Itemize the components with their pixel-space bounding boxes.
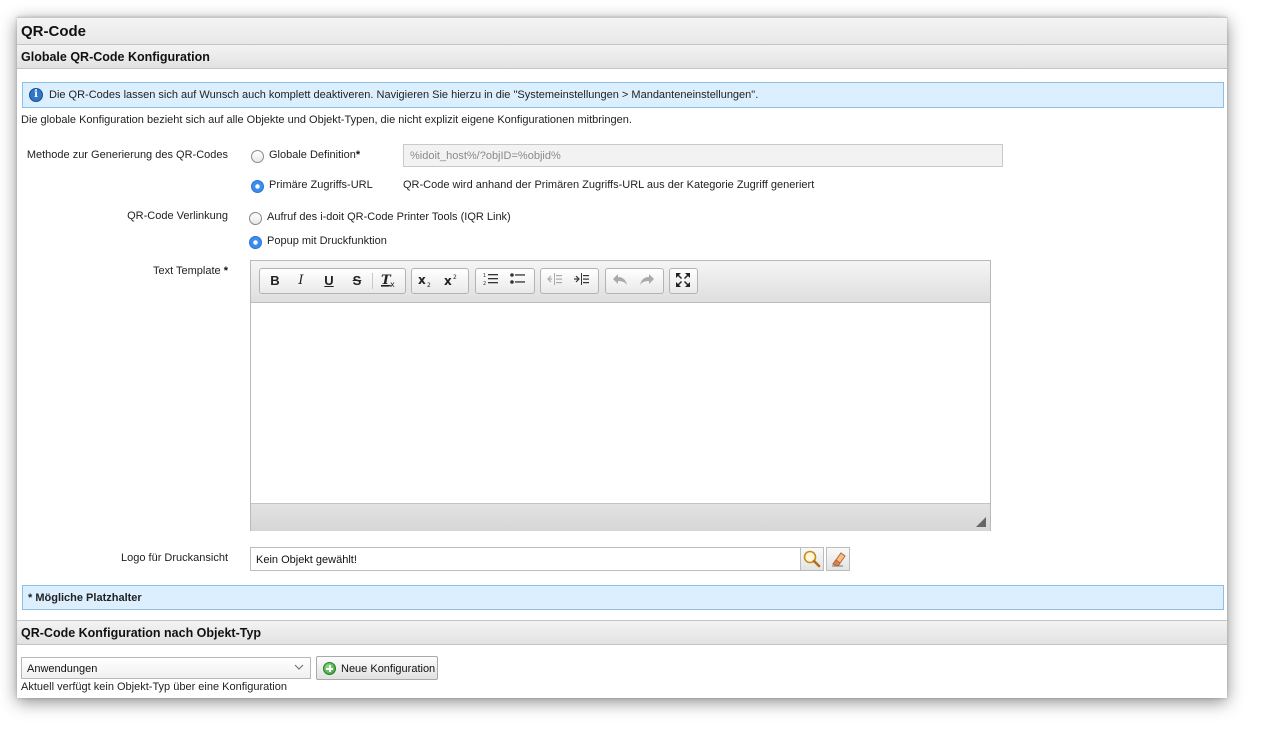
strikethrough-button[interactable]: S [347, 272, 367, 290]
primary-url-hint: QR-Code wird anhand der Primären Zugriff… [403, 179, 815, 191]
remove-format-button[interactable]: Tx [378, 272, 398, 290]
new-configuration-button[interactable]: Neue Konfiguration [316, 656, 438, 680]
svg-text:1: 1 [483, 273, 486, 279]
superscript-icon: x2 [444, 274, 457, 288]
info-icon: i [29, 88, 43, 102]
option-iqr-link-label: Aufruf des i-doit QR-Code Printer Tools … [267, 211, 511, 223]
script-group: x2 x2 [411, 268, 469, 294]
svg-text:x: x [390, 280, 395, 288]
resize-handle-icon[interactable] [976, 517, 986, 527]
global-config-title: Globale QR-Code Konfiguration [21, 50, 210, 64]
per-type-config-header: QR-Code Konfiguration nach Objekt-Typ [17, 620, 1227, 645]
undo-icon [613, 274, 627, 285]
global-definition-input[interactable]: %idoit_host%/?objID=%objid% [403, 144, 1003, 167]
object-type-select[interactable]: Anwendungen [21, 657, 311, 679]
page-title: QR-Code [21, 23, 86, 40]
info-text: Die QR-Codes lassen sich auf Wunsch auch… [49, 89, 759, 101]
indent-icon [574, 273, 589, 285]
placeholders-toggle[interactable]: * Mögliche Platzhalter [22, 585, 1224, 610]
bullet-list-icon [510, 273, 525, 284]
editor-toolbar: B I U S Tx x2 x2 12 [251, 261, 990, 303]
remove-format-icon: Tx [381, 273, 395, 289]
logo-object-value: Kein Objekt gewählt! [256, 554, 357, 566]
radio-iqr-link[interactable] [249, 212, 262, 225]
maximize-button[interactable] [673, 272, 693, 290]
history-group [605, 268, 664, 294]
radio-global-definition[interactable] [251, 150, 264, 163]
outdent-button[interactable] [545, 272, 565, 290]
required-mark: * [223, 265, 228, 277]
underline-button[interactable]: U [319, 272, 339, 290]
bold-button[interactable]: B [265, 272, 285, 290]
outdent-icon [547, 273, 562, 285]
svg-text:2: 2 [427, 282, 431, 288]
global-config-header: Globale QR-Code Konfiguration [17, 44, 1227, 69]
italic-button[interactable]: I [291, 272, 311, 290]
subscript-icon: x2 [418, 273, 431, 289]
clear-object-button[interactable] [826, 547, 850, 571]
list-group: 12 [475, 268, 535, 294]
browse-object-button[interactable] [800, 547, 824, 571]
bullet-list-button[interactable] [508, 272, 528, 290]
indent-button[interactable] [572, 272, 592, 290]
linking-label: QR-Code Verlinkung [127, 210, 228, 222]
superscript-button[interactable]: x2 [442, 272, 462, 290]
logo-object-field[interactable]: Kein Objekt gewählt! [250, 547, 801, 571]
undo-button[interactable] [610, 272, 630, 290]
object-type-selected: Anwendungen [27, 663, 98, 675]
subscript-button[interactable]: x2 [416, 272, 436, 290]
svg-text:2: 2 [453, 274, 457, 281]
editor-content-area[interactable] [251, 303, 990, 503]
qr-code-panel: QR-Code Globale QR-Code Konfiguration i … [17, 17, 1227, 698]
numbered-list-icon: 12 [483, 273, 498, 287]
format-group: B I U S Tx [259, 268, 406, 294]
maximize-icon [676, 273, 690, 287]
indent-group [540, 268, 599, 294]
chevron-down-icon [294, 664, 304, 670]
global-definition-value: %idoit_host%/?objID=%objid% [410, 150, 561, 162]
add-icon [323, 662, 336, 675]
svg-text:x: x [418, 273, 426, 287]
svg-text:2: 2 [483, 281, 486, 286]
rich-text-editor: B I U S Tx x2 x2 12 [250, 260, 991, 531]
option-primary-url-label: Primäre Zugriffs-URL [269, 179, 373, 191]
info-banner: i Die QR-Codes lassen sich auf Wunsch au… [22, 82, 1224, 108]
page-header: QR-Code [17, 17, 1227, 44]
method-label: Methode zur Generierung des QR-Codes [26, 149, 228, 161]
option-popup-label: Popup mit Druckfunktion [267, 235, 387, 247]
per-type-config-title: QR-Code Konfiguration nach Objekt-Typ [21, 626, 262, 640]
logo-label: Logo für Druckansicht [121, 552, 228, 564]
numbered-list-button[interactable]: 12 [481, 272, 501, 290]
text-template-label-wrap: Text Template * [17, 265, 228, 277]
option-global-definition-label: Globale Definition [269, 149, 356, 161]
maximize-group [669, 268, 698, 294]
placeholders-title: * Mögliche Platzhalter [28, 592, 142, 604]
eraser-icon [832, 552, 846, 567]
global-config-description: Die globale Konfiguration bezieht sich a… [21, 114, 632, 126]
redo-icon [640, 274, 654, 285]
toolbar-separator [372, 273, 373, 289]
editor-footer [251, 503, 990, 531]
new-configuration-label: Neue Konfiguration [341, 663, 436, 675]
option-global-definition: Globale Definition* [269, 149, 360, 161]
radio-primary-url[interactable] [251, 180, 264, 193]
svg-text:x: x [444, 274, 452, 288]
no-config-status: Aktuell verfügt kein Objekt-Typ über ein… [21, 681, 287, 693]
required-mark: * [355, 149, 361, 161]
radio-popup[interactable] [249, 236, 262, 249]
search-icon [803, 550, 821, 568]
text-template-label: Text Template [152, 265, 221, 277]
redo-button[interactable] [637, 272, 657, 290]
